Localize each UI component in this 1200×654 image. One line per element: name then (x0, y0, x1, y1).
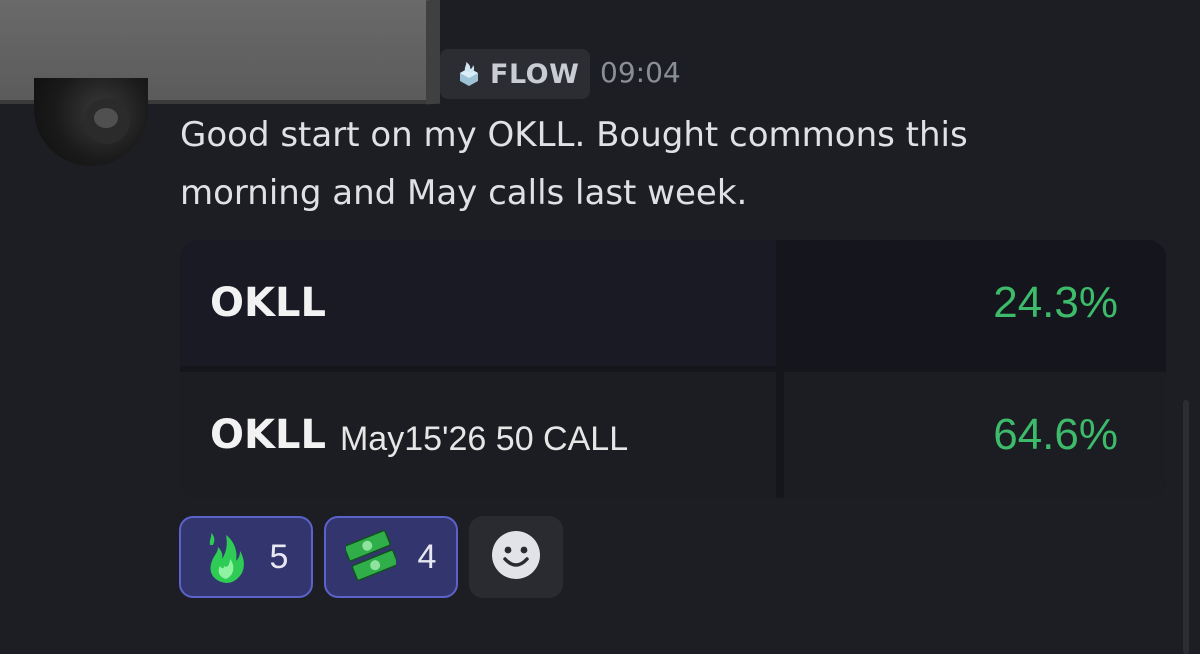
scrollbar[interactable] (1183, 400, 1189, 654)
contract-detail: May15'26 50 CALL (339, 419, 629, 458)
table-row: OKLL May15'26 50 CALL 64.6% (180, 372, 1166, 498)
timestamp: 09:04 (600, 56, 681, 89)
add-reaction-button[interactable] (469, 516, 563, 598)
change-cell: 24.3% (784, 240, 1166, 366)
avatar[interactable] (34, 78, 148, 166)
positions-table: OKLL 24.3% OKLL May15'26 50 CALL 64.6% (180, 240, 1166, 498)
reactions-bar: 5 4 (179, 516, 563, 598)
reaction-money[interactable]: 4 (324, 516, 458, 598)
message-line: morning and May calls last week. (180, 173, 748, 213)
reaction-count: 4 (417, 537, 437, 576)
reaction-count: 5 (269, 537, 289, 576)
position-cell: OKLL (180, 240, 776, 366)
money-stack-icon (343, 529, 399, 585)
role-badge[interactable]: FLOW (440, 49, 590, 99)
percent-change: 64.6% (993, 410, 1118, 459)
ticker: OKLL (210, 280, 326, 326)
role-label: FLOW (490, 58, 580, 90)
message-line: Good start on my OKLL. Bought commons th… (180, 115, 968, 155)
percent-change: 24.3% (993, 278, 1118, 327)
smiley-icon (491, 530, 541, 584)
message-text: Good start on my OKLL. Bought commons th… (180, 106, 1160, 222)
flame-gem-icon (454, 59, 484, 89)
position-cell: OKLL May15'26 50 CALL (180, 372, 776, 498)
ticker: OKLL (210, 412, 326, 458)
table-row: OKLL 24.3% (180, 240, 1166, 366)
green-flame-icon (204, 525, 248, 589)
change-cell: 64.6% (784, 372, 1166, 498)
avatar-highlight (94, 108, 118, 128)
reaction-green-flame[interactable]: 5 (179, 516, 313, 598)
